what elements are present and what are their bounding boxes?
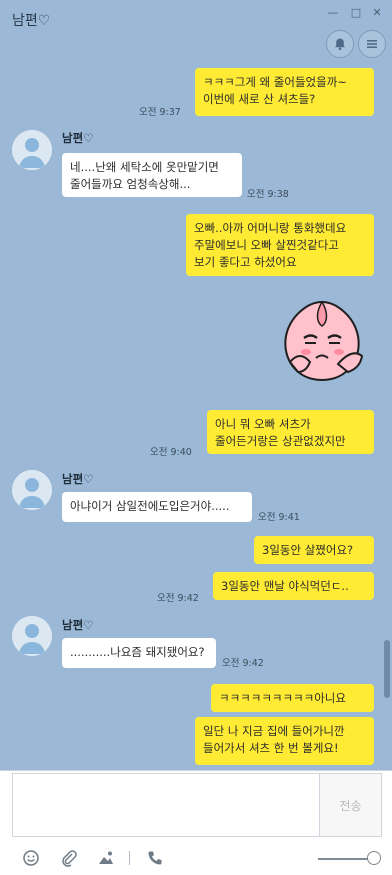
avatar[interactable] xyxy=(12,616,52,656)
message-time: 오전 9:40 xyxy=(150,447,192,458)
peach-character-icon xyxy=(284,300,364,382)
scrollbar-thumb[interactable] xyxy=(384,640,390,698)
my-message-bubble[interactable]: 아니 뭐 오빠 셔츠가 줄어든거랑은 상관없겠지만 xyxy=(207,410,374,454)
message-time: 오전 9:41 xyxy=(258,512,300,523)
notification-button[interactable] xyxy=(326,30,354,58)
chat-area[interactable]: ㅋㅋㅋ그게 왜 줄어들었을까~ 이번에 새로 산 셔츠들? 오전 9:37 남편… xyxy=(0,64,392,770)
my-message-bubble[interactable]: ㅋㅋㅋㅋㅋㅋㅋㅋㅋ아니요 xyxy=(211,684,374,712)
minimize-button[interactable]: — xyxy=(326,6,340,19)
sender-name: 남편♡ xyxy=(62,131,94,145)
sender-name: 남편♡ xyxy=(62,472,94,486)
title-bar: 남편♡ — □ ✕ xyxy=(0,0,392,64)
default-profile-icon xyxy=(12,470,52,510)
their-message-bubble[interactable]: ...........나요즘 돼지됐어요? xyxy=(62,638,216,668)
message-time: 오전 9:42 xyxy=(157,593,199,604)
menu-icon xyxy=(367,40,377,48)
avatar[interactable] xyxy=(12,130,52,170)
message-time: 오전 9:42 xyxy=(222,658,264,669)
their-message-bubble[interactable]: 아냐이거 삼일전에도입은거야..... xyxy=(62,492,252,522)
menu-button[interactable] xyxy=(358,30,386,58)
opacity-slider-knob[interactable] xyxy=(367,851,381,865)
attach-file-icon[interactable] xyxy=(60,849,78,867)
emoticon-icon[interactable] xyxy=(22,849,40,867)
sender-name: 남편♡ xyxy=(62,618,94,632)
send-button[interactable]: 전송 xyxy=(319,773,382,837)
my-message-bubble[interactable]: ㅋㅋㅋ그게 왜 줄어들었을까~ 이번에 새로 산 셔츠들? xyxy=(195,68,374,116)
composer-panel: 전송 xyxy=(0,770,392,875)
phone-icon[interactable] xyxy=(146,849,164,867)
my-message-bubble[interactable]: 3일동안 맨날 야식먹던ㄷ.. xyxy=(213,572,374,600)
my-message-bubble[interactable]: 3일동안 살쪘어요? xyxy=(254,536,374,564)
peach-sticker[interactable] xyxy=(276,296,370,386)
close-button[interactable]: ✕ xyxy=(370,6,384,19)
chat-title: 남편♡ xyxy=(12,13,51,29)
message-input[interactable] xyxy=(12,773,319,837)
bell-icon xyxy=(335,38,345,51)
default-profile-icon xyxy=(12,130,52,170)
default-profile-icon xyxy=(12,616,52,656)
avatar[interactable] xyxy=(12,470,52,510)
message-time: 오전 9:38 xyxy=(247,189,289,200)
my-message-bubble[interactable]: 일단 나 지금 집에 들어가니깐 들어가서 셔츠 한 번 볼게요! xyxy=(195,717,374,765)
composer-toolbar xyxy=(0,845,392,873)
image-icon[interactable] xyxy=(97,849,115,867)
their-message-bubble[interactable]: 네....난왜 세탁소에 옷만맡기면 줄어들까요 엄청속상해... xyxy=(62,153,242,197)
my-message-bubble[interactable]: 오빠..아까 어머니랑 통화했데요 주말에보니 오빠 살찐것같다고 보기 좋다고… xyxy=(186,214,374,276)
toolbar-divider xyxy=(129,851,130,865)
message-time: 오전 9:37 xyxy=(139,107,181,118)
maximize-button[interactable]: □ xyxy=(349,6,363,19)
